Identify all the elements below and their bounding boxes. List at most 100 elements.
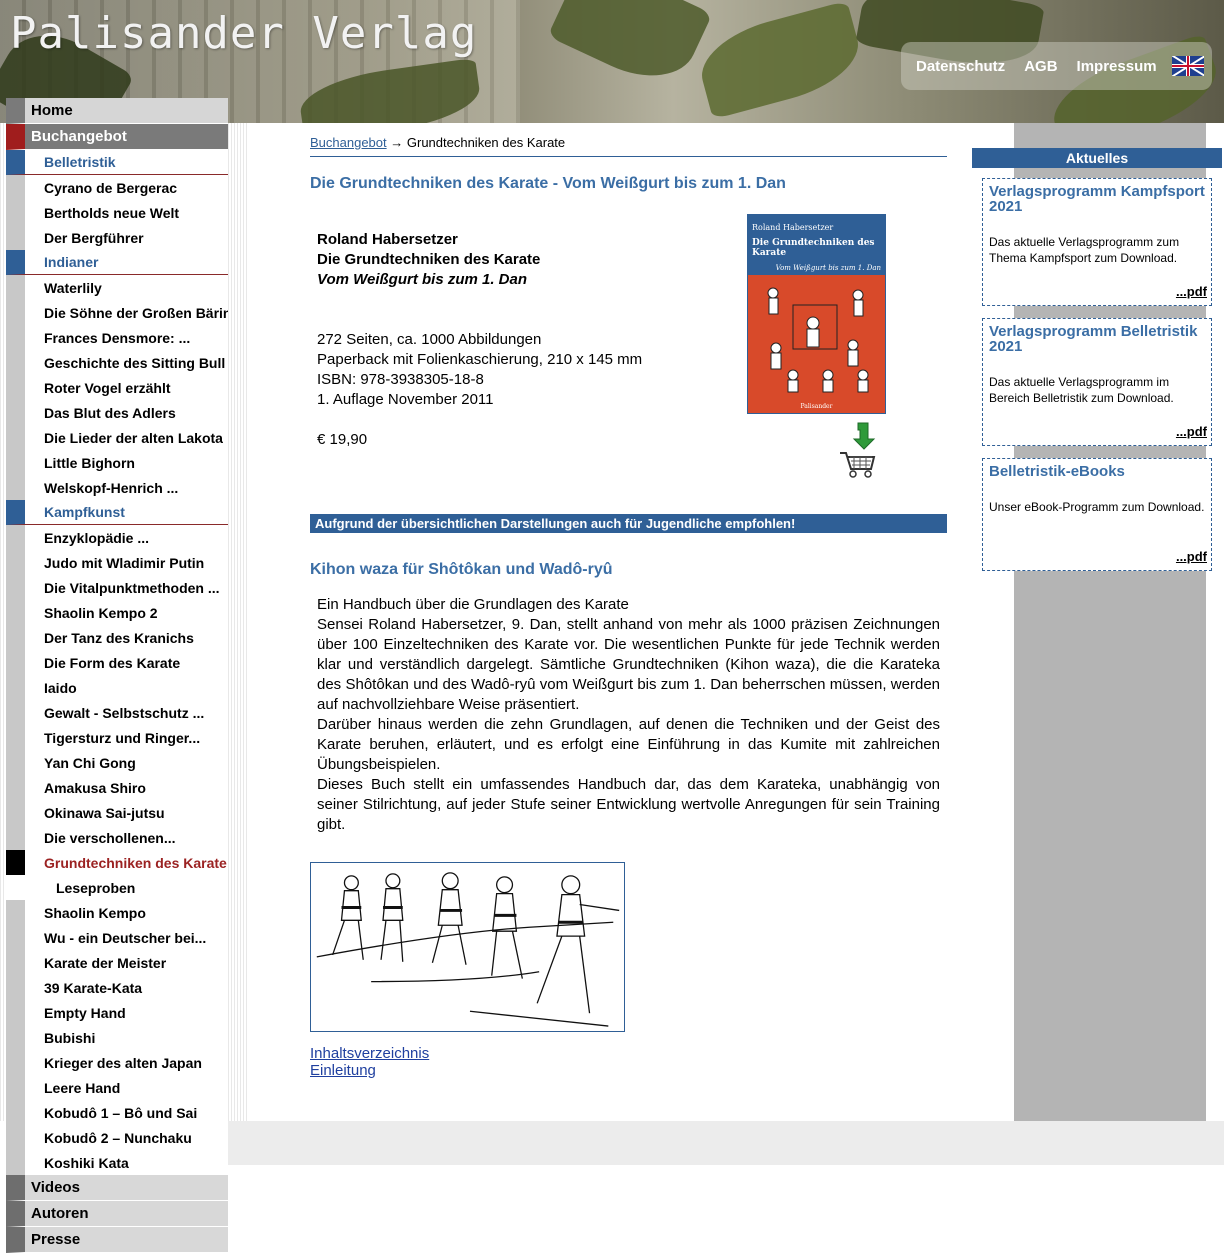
nav-category-kampfkunst[interactable]: Kampfkunst: [6, 500, 228, 525]
header-leaf: [547, 0, 713, 96]
book-details: Roland Habersetzer Die Grundtechniken de…: [317, 230, 642, 450]
news-pdf-link[interactable]: ...pdf: [1176, 284, 1207, 299]
description-paragraph: Sensei Roland Habersetzer, 9. Dan, stell…: [317, 616, 940, 713]
nav-book-item[interactable]: Little Bighorn: [6, 450, 228, 475]
site-title[interactable]: Palisander Verlag: [10, 8, 477, 59]
nav-book-item[interactable]: Waterlily: [6, 275, 228, 300]
section-heading: Kihon waza für Shôtôkan und Wadô-ryû: [310, 561, 613, 578]
description-paragraph: Dieses Buch stellt ein umfassendes Handb…: [317, 776, 940, 833]
nav-book-item[interactable]: Wu - ein Deutscher bei...: [6, 925, 228, 950]
book-subtitle: Vom Weißgurt bis zum 1. Dan: [317, 271, 528, 288]
nav-book-item[interactable]: Yan Chi Gong: [6, 750, 228, 775]
top-links: Datenschutz AGB Impressum: [901, 42, 1212, 90]
nav-book-item[interactable]: Die Lieder der alten Lakota: [6, 425, 228, 450]
nav-book-item[interactable]: Kobudô 1 – Bô und Sai: [6, 1100, 228, 1125]
book-price: € 19,90: [317, 431, 368, 448]
nav-book-item[interactable]: Okinawa Sai-jutsu: [6, 800, 228, 825]
nav-autoren[interactable]: Autoren: [6, 1201, 228, 1227]
nav-book-item[interactable]: Enzyklopädie ...: [6, 525, 228, 550]
breadcrumb: Buchangebot → Grundtechniken des Karate: [310, 135, 947, 157]
impressum-link[interactable]: Impressum: [1077, 58, 1157, 75]
sidebar-nav: Home Buchangebot Belletristik Cyrano de …: [6, 98, 228, 1253]
nav-book-item[interactable]: Kobudô 2 – Nunchaku: [6, 1125, 228, 1150]
nav-book-item[interactable]: Bubishi: [6, 1025, 228, 1050]
breadcrumb-arrow: →: [390, 135, 404, 150]
news-box: Verlagsprogramm Belletristik 2021 Das ak…: [982, 318, 1212, 446]
nav-book-item[interactable]: Das Blut des Adlers: [6, 400, 228, 425]
news-pdf-link[interactable]: ...pdf: [1176, 549, 1207, 564]
book-title: Die Grundtechniken des Karate: [317, 251, 541, 268]
news-title[interactable]: Verlagsprogramm Belletristik 2021: [989, 324, 1205, 354]
book-heading: Die Grundtechniken des Karate - Vom Weiß…: [310, 175, 786, 192]
aktuelles-heading: Aktuelles: [972, 148, 1222, 168]
agb-link[interactable]: AGB: [1024, 58, 1057, 75]
nav-book-item[interactable]: Die Söhne der Großen Bärin: [6, 300, 228, 325]
book-isbn: ISBN: 978-3938305-18-8: [317, 371, 484, 388]
cover-text: Roland Habersetzer Die Grundtechniken de…: [752, 223, 881, 272]
nav-book-item[interactable]: Karate der Meister: [6, 950, 228, 975]
nav-category-indianer[interactable]: Indianer: [6, 250, 228, 275]
news-title[interactable]: Verlagsprogramm Kampfsport 2021: [989, 184, 1205, 214]
einleitung-link[interactable]: Einleitung: [310, 1062, 429, 1079]
nav-book-item-current[interactable]: Grundtechniken des Karate: [6, 850, 228, 875]
nav-book-item[interactable]: Die verschollenen...: [6, 825, 228, 850]
nav-sub-leseproben[interactable]: Leseproben: [6, 875, 228, 900]
nav-book-item[interactable]: Koshiki Kata: [6, 1150, 228, 1175]
news-box: Belletristik-eBooks Unser eBook-Programm…: [982, 458, 1212, 571]
breadcrumb-link[interactable]: Buchangebot: [310, 135, 387, 150]
nav-book-item[interactable]: Iaido: [6, 675, 228, 700]
header-leaf: [692, 0, 868, 120]
nav-book-item[interactable]: Leere Hand: [6, 1075, 228, 1100]
cover-publisher: Palisander: [800, 403, 833, 410]
news-title[interactable]: Belletristik-eBooks: [989, 464, 1205, 479]
nav-book-item[interactable]: Geschichte des Sitting Bull: [6, 350, 228, 375]
nav-book-item[interactable]: Amakusa Shiro: [6, 775, 228, 800]
nav-buchangebot[interactable]: Buchangebot: [6, 124, 228, 150]
add-to-cart-icon[interactable]: [838, 421, 878, 479]
nav-book-item[interactable]: Roter Vogel erzählt: [6, 375, 228, 400]
nav-book-item[interactable]: Frances Densmore: ...: [6, 325, 228, 350]
nav-book-item[interactable]: Shaolin Kempo 2: [6, 600, 228, 625]
nav-book-item[interactable]: 39 Karate-Kata: [6, 975, 228, 1000]
book-description: Ein Handbuch über die Grundlagen des Kar…: [317, 595, 940, 835]
nav-book-item[interactable]: Welskopf-Henrich ...: [6, 475, 228, 500]
nav-category-belletristik[interactable]: Belletristik: [6, 150, 228, 175]
news-pdf-link[interactable]: ...pdf: [1176, 424, 1207, 439]
cover-author: Roland Habersetzer: [752, 223, 834, 232]
nav-home[interactable]: Home: [6, 98, 228, 124]
recommendation-banner: Aufgrund der übersichtlichen Darstellung…: [310, 514, 947, 533]
breadcrumb-current: Grundtechniken des Karate: [406, 135, 566, 150]
cover-title: Die Grundtechniken des Karate: [752, 238, 875, 258]
nav-book-item[interactable]: Judo mit Wladimir Putin: [6, 550, 228, 575]
nav-book-item[interactable]: Der Bergführer: [6, 225, 228, 250]
reading-sample-links: Inhaltsverzeichnis Einleitung: [310, 1045, 429, 1079]
nav-book-item[interactable]: Empty Hand: [6, 1000, 228, 1025]
nav-book-item[interactable]: Tigersturz und Ringer...: [6, 725, 228, 750]
nav-presse[interactable]: Presse: [6, 1227, 228, 1253]
footer-band: [228, 1121, 1224, 1165]
news-text: Das aktuelle Verlagsprogramm zum Thema K…: [989, 235, 1180, 265]
book-cover-image[interactable]: Roland Habersetzer Die Grundtechniken de…: [747, 214, 886, 414]
book-edition: 1. Auflage November 2011: [317, 391, 494, 408]
main-content: Buchangebot → Grundtechniken des Karate …: [248, 123, 1014, 1121]
book-pages: 272 Seiten, ca. 1000 Abbildungen: [317, 331, 542, 348]
nav-book-item[interactable]: Krieger des alten Japan: [6, 1050, 228, 1075]
book-binding: Paperback mit Folienkaschierung, 210 x 1…: [317, 351, 643, 368]
news-text: Das aktuelle Verlagsprogramm im Bereich …: [989, 375, 1174, 405]
nav-videos[interactable]: Videos: [6, 1175, 228, 1201]
nav-book-item[interactable]: Cyrano de Bergerac: [6, 175, 228, 200]
news-text: Unser eBook-Programm zum Download.: [989, 500, 1205, 514]
description-paragraph: Ein Handbuch über die Grundlagen des Kar…: [317, 596, 629, 613]
cover-subtitle: Vom Weißgurt bis zum 1. Dan: [775, 264, 881, 272]
uk-flag-icon[interactable]: [1171, 56, 1204, 76]
nav-book-item[interactable]: Shaolin Kempo: [6, 900, 228, 925]
nav-book-item[interactable]: Die Vitalpunktmethoden ...: [6, 575, 228, 600]
nav-book-item[interactable]: Die Form des Karate: [6, 650, 228, 675]
datenschutz-link[interactable]: Datenschutz: [916, 58, 1005, 75]
nav-book-item[interactable]: Der Tanz des Kranichs: [6, 625, 228, 650]
inhaltsverzeichnis-link[interactable]: Inhaltsverzeichnis: [310, 1045, 429, 1062]
nav-book-item[interactable]: Bertholds neue Welt: [6, 200, 228, 225]
nav-book-item[interactable]: Gewalt - Selbstschutz ...: [6, 700, 228, 725]
karate-illustration-image: [310, 862, 625, 1032]
news-box: Verlagsprogramm Kampfsport 2021 Das aktu…: [982, 178, 1212, 306]
